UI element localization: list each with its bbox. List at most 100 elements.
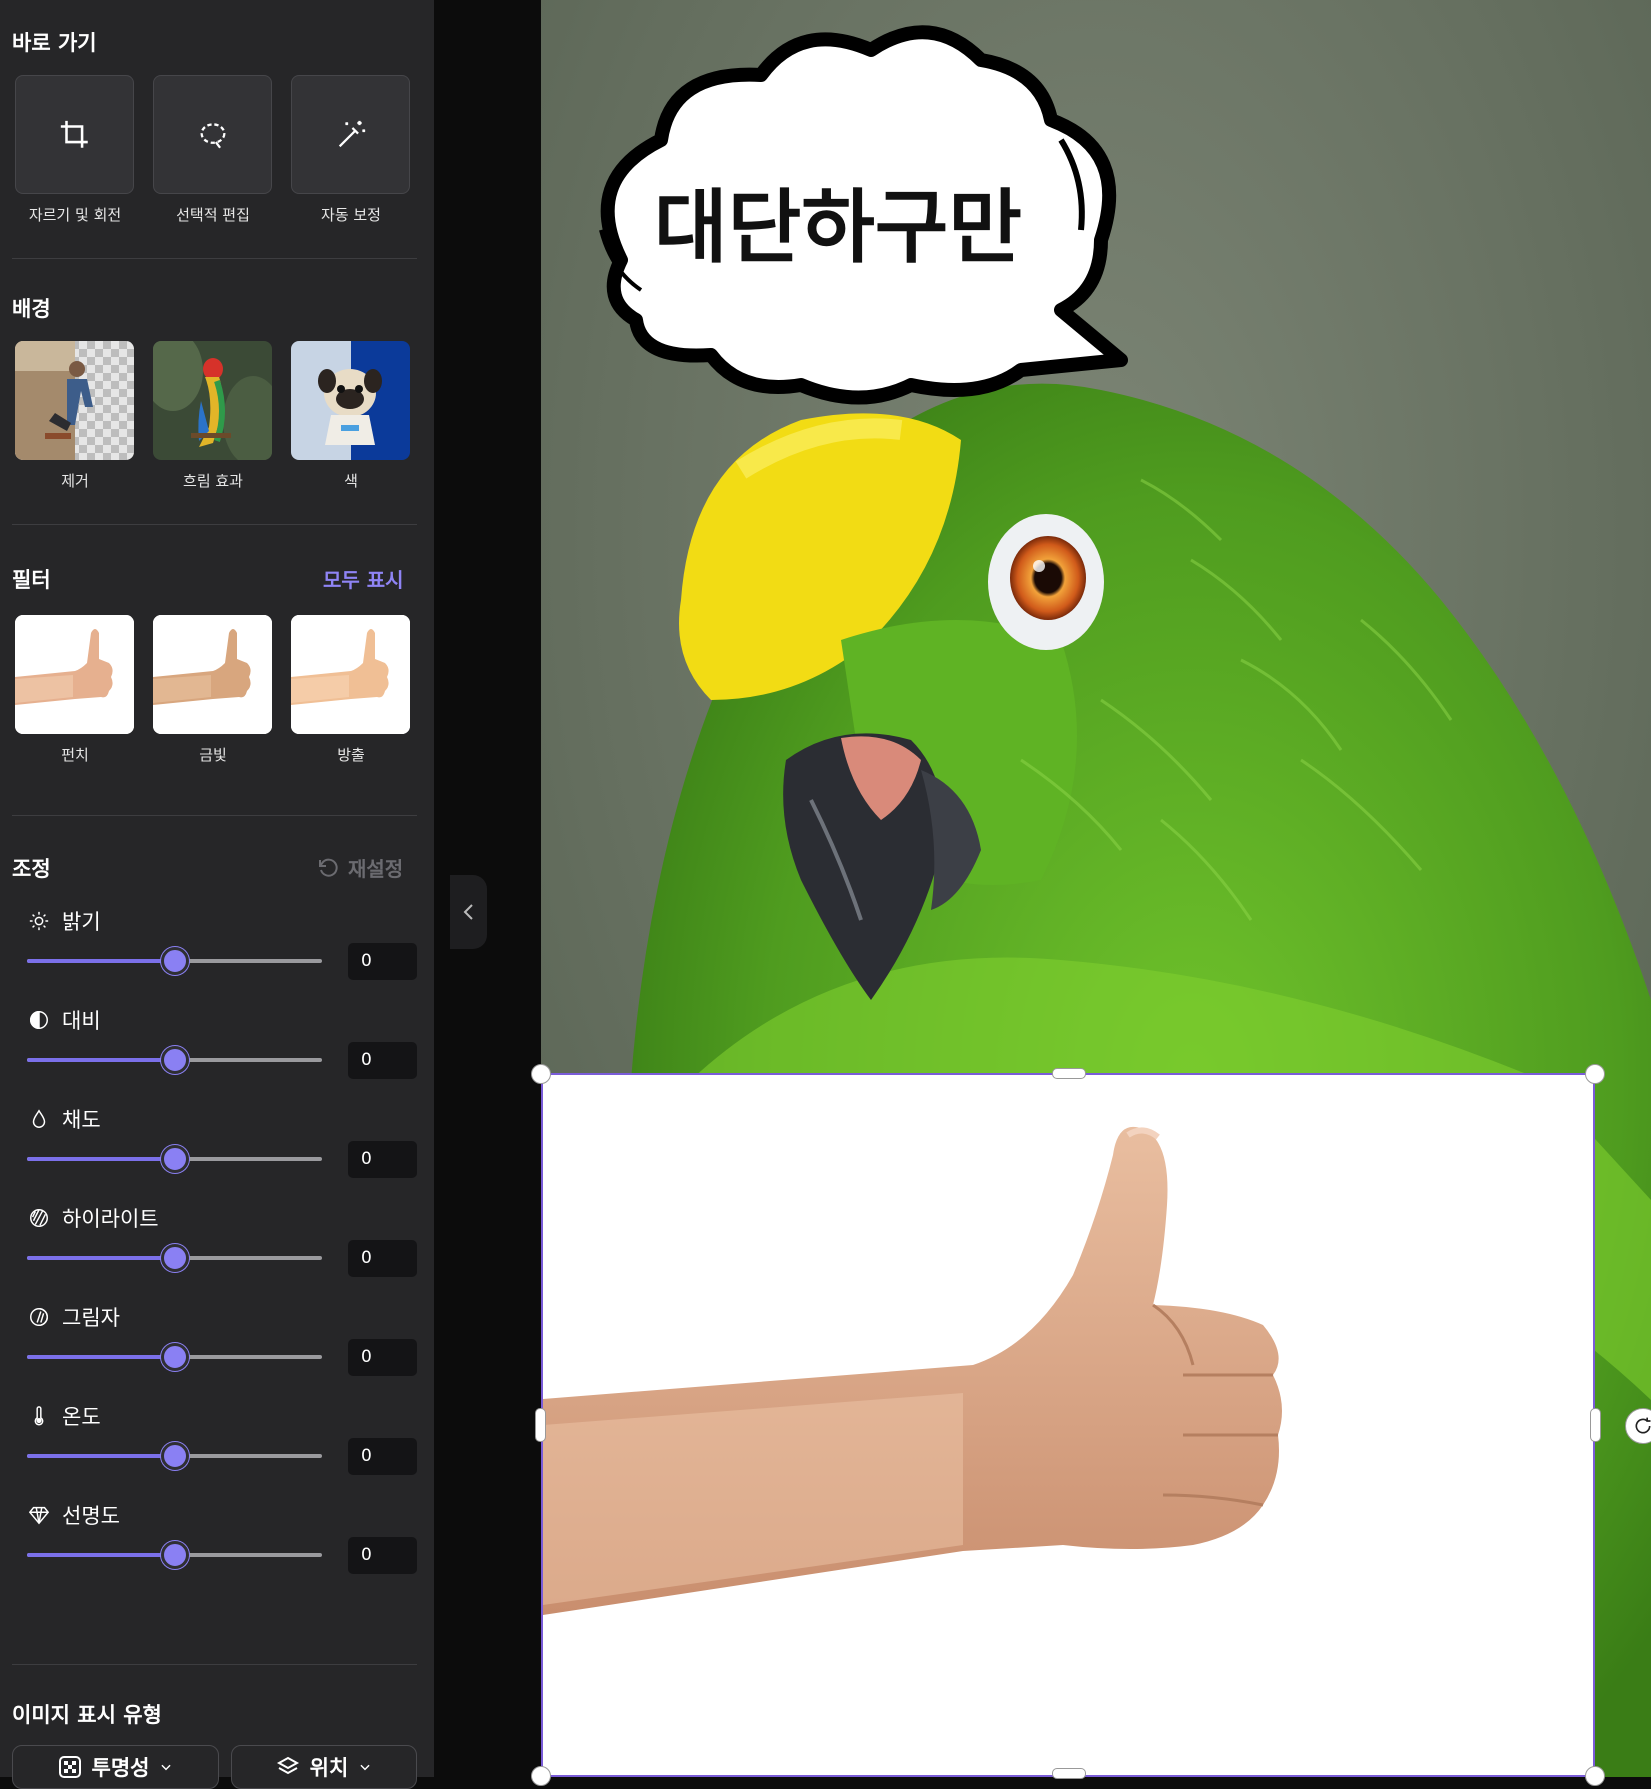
slider-label-text: 채도 xyxy=(62,1108,101,1132)
slider-thumb-3[interactable] xyxy=(160,1244,189,1272)
filter-golden-label: 금빛 xyxy=(199,746,227,764)
contrast-icon xyxy=(30,1011,48,1029)
divider xyxy=(12,524,417,525)
auto-enhance-button[interactable] xyxy=(291,75,410,194)
divider xyxy=(12,815,417,816)
slider-thumb-6[interactable] xyxy=(160,1541,189,1569)
diamond-sharpness-icon xyxy=(28,1506,50,1525)
slider-fill xyxy=(27,1553,175,1557)
slider-label-1: 대비 xyxy=(28,1005,101,1035)
resize-handle-bottom-left[interactable] xyxy=(531,1766,551,1786)
color-background-thumbnail xyxy=(291,341,410,460)
blur-background-label: 흐림 효과 xyxy=(183,472,243,490)
resize-handle-bottom[interactable] xyxy=(1052,1768,1086,1779)
slider-value-input-5[interactable]: 0 xyxy=(348,1438,417,1475)
selected-overlay-image[interactable] xyxy=(541,1073,1595,1777)
slider-thumb-4[interactable] xyxy=(160,1343,189,1371)
crop-rotate-label: 자르기 및 회전 xyxy=(28,206,122,224)
selective-edit-button[interactable] xyxy=(153,75,272,194)
filter-golden-button[interactable] xyxy=(153,615,272,734)
slider-label-text: 대비 xyxy=(62,1009,101,1033)
slider-label-3: 하이라이트 xyxy=(28,1203,159,1233)
resize-handle-top-left[interactable] xyxy=(531,1064,551,1084)
show-all-filters-link[interactable]: 모두 표시 xyxy=(323,564,404,593)
reset-icon xyxy=(319,858,338,877)
slider-label-text: 밝기 xyxy=(62,910,101,934)
divider xyxy=(12,1664,417,1665)
resize-handle-top-right[interactable] xyxy=(1585,1064,1605,1084)
resize-handle-left[interactable] xyxy=(535,1408,546,1442)
slider-fill xyxy=(27,1355,175,1359)
rotate-icon xyxy=(1635,1417,1651,1434)
remove-background-label: 제거 xyxy=(61,472,89,490)
slider-thumb-0[interactable] xyxy=(160,947,189,975)
slider-thumb-5[interactable] xyxy=(160,1442,189,1470)
lasso-select-icon xyxy=(200,122,225,148)
slider-value-input-6[interactable]: 0 xyxy=(348,1537,417,1574)
chevron-down-icon xyxy=(161,1764,172,1771)
magic-wand-icon xyxy=(338,120,365,147)
thumbs-up-thumbnail xyxy=(153,615,272,734)
filter-punch-button[interactable] xyxy=(15,615,134,734)
adjust-title: 조정 xyxy=(12,857,51,881)
layers-icon xyxy=(276,1756,299,1775)
slider-value-input-1[interactable]: 0 xyxy=(348,1042,417,1079)
crop-rotate-button[interactable] xyxy=(15,75,134,194)
divider xyxy=(12,258,417,259)
slider-value-input-2[interactable]: 0 xyxy=(348,1141,417,1178)
slider-thumb-2[interactable] xyxy=(160,1145,189,1173)
filter-punch-label: 펀치 xyxy=(61,746,89,764)
shadows-icon xyxy=(30,1308,48,1326)
auto-enhance-label: 자동 보정 xyxy=(321,206,381,224)
slider-value-input-0[interactable]: 0 xyxy=(348,943,417,980)
collapse-panel-button[interactable] xyxy=(450,875,487,949)
transparency-label: 투명성 xyxy=(91,1756,150,1780)
slider-label-text: 온도 xyxy=(62,1405,101,1429)
speech-bubble-text: 대단하구만 xyxy=(654,181,1022,274)
resize-handle-bottom-right[interactable] xyxy=(1585,1766,1605,1786)
filter-glow-button[interactable] xyxy=(291,615,410,734)
position-dropdown[interactable]: 위치 xyxy=(231,1745,417,1789)
edit-sidebar: 바로 가기 자르기 및 회전 선택적 편집 자동 보정 배경 제거 흐림 효과 … xyxy=(0,0,434,1789)
remove-background-thumbnail xyxy=(15,341,134,460)
display-type-title: 이미지 표시 유형 xyxy=(12,1703,162,1727)
transparency-dropdown[interactable]: 투명성 xyxy=(12,1745,219,1789)
thumbs-up-thumbnail xyxy=(291,615,410,734)
color-background-button[interactable] xyxy=(291,341,410,460)
thumbs-up-thumbnail xyxy=(15,615,134,734)
slider-value-input-4[interactable]: 0 xyxy=(348,1339,417,1376)
reset-label: 재설정 xyxy=(348,857,404,881)
resize-handle-right[interactable] xyxy=(1590,1408,1601,1442)
slider-label-text: 선명도 xyxy=(62,1504,120,1528)
filters-title: 필터 xyxy=(12,568,51,592)
blur-background-button[interactable] xyxy=(153,341,272,460)
brightness-icon xyxy=(29,911,49,931)
quick-access-title: 바로 가기 xyxy=(12,31,97,55)
thermometer-icon xyxy=(34,1406,44,1426)
slider-label-text: 그림자 xyxy=(62,1306,120,1330)
slider-value-input-3[interactable]: 0 xyxy=(348,1240,417,1277)
resize-handle-top[interactable] xyxy=(1052,1068,1086,1079)
slider-label-6: 선명도 xyxy=(28,1500,120,1530)
color-background-label: 색 xyxy=(344,472,358,490)
position-label: 위치 xyxy=(309,1756,349,1780)
selective-edit-label: 선택적 편집 xyxy=(176,206,250,224)
slider-fill xyxy=(27,1157,175,1161)
chevron-left-icon xyxy=(463,904,473,920)
slider-label-5: 온도 xyxy=(28,1401,101,1431)
saturation-drop-icon xyxy=(32,1109,46,1128)
slider-thumb-1[interactable] xyxy=(160,1046,189,1074)
filter-glow-label: 방출 xyxy=(337,746,365,764)
slider-label-0: 밝기 xyxy=(28,906,101,936)
slider-fill xyxy=(27,1454,175,1458)
thumbs-up-image xyxy=(543,1126,1282,1615)
slider-label-4: 그림자 xyxy=(28,1302,120,1332)
remove-background-button[interactable] xyxy=(15,341,134,460)
slider-fill xyxy=(27,1058,175,1062)
slider-fill xyxy=(27,1256,175,1260)
blur-background-thumbnail xyxy=(153,341,272,460)
slider-label-2: 채도 xyxy=(28,1104,101,1134)
crop-icon xyxy=(60,120,88,148)
highlights-icon xyxy=(30,1209,48,1227)
reset-button[interactable]: 재설정 xyxy=(316,853,403,882)
